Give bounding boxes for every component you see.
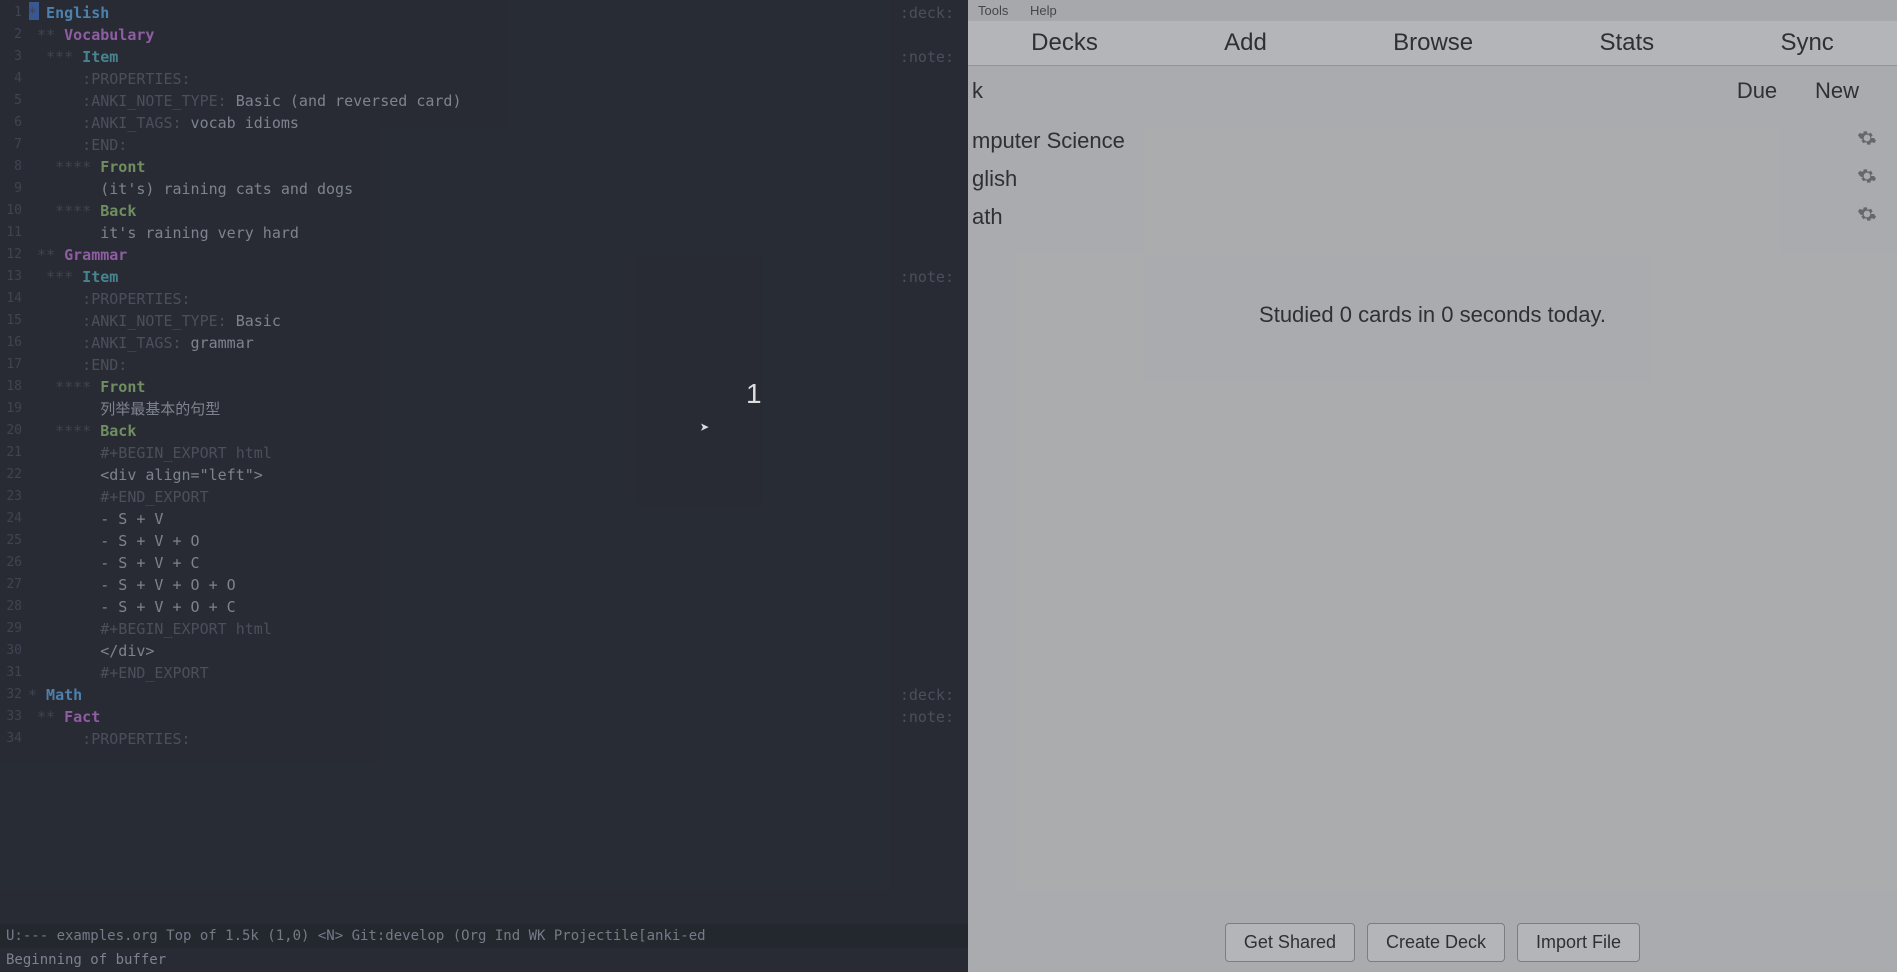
col-due-label: Due	[1717, 78, 1797, 104]
anki-window: Tools Help Decks Add Browse Stats Sync k…	[968, 0, 1897, 972]
menu-help[interactable]: Help	[1030, 3, 1057, 18]
deck-list-header: k Due New	[968, 66, 1897, 116]
study-summary: Studied 0 cards in 0 seconds today.	[968, 302, 1897, 328]
anki-main-tabs: Decks Add Browse Stats Sync	[968, 21, 1897, 66]
hydra-indicator: 1	[746, 378, 762, 410]
tab-add[interactable]: Add	[1224, 29, 1267, 57]
anki-menu-bar[interactable]: Tools Help	[968, 0, 1897, 21]
col-deck-label: k	[972, 78, 1717, 104]
col-new-label: New	[1797, 78, 1877, 104]
code-area[interactable]: * English:deck: ** Vocabulary *** Item:n…	[28, 0, 968, 924]
echo-area: Beginning of buffer	[0, 948, 968, 972]
deck-name[interactable]: glish	[972, 166, 1697, 192]
mode-line: U:--- examples.org Top of 1.5k (1,0) <N>…	[0, 924, 968, 948]
tab-sync[interactable]: Sync	[1780, 29, 1833, 57]
mouse-cursor-icon: ➤	[700, 418, 710, 437]
menu-tools[interactable]: Tools	[978, 3, 1008, 18]
deck-row[interactable]: glish	[968, 160, 1897, 198]
import-file-button[interactable]: Import File	[1517, 923, 1640, 962]
get-shared-button[interactable]: Get Shared	[1225, 923, 1355, 962]
tab-browse[interactable]: Browse	[1393, 29, 1473, 57]
emacs-editor: 1234567891011121314151617181920212223242…	[0, 0, 968, 972]
gear-icon[interactable]	[1857, 128, 1877, 154]
deck-name[interactable]: ath	[972, 204, 1697, 230]
gear-icon[interactable]	[1857, 166, 1877, 192]
anki-bottom-bar: Get Shared Create Deck Import File	[968, 913, 1897, 972]
deck-row[interactable]: ath	[968, 198, 1897, 236]
tab-decks[interactable]: Decks	[1031, 29, 1098, 57]
create-deck-button[interactable]: Create Deck	[1367, 923, 1505, 962]
deck-row[interactable]: mputer Science	[968, 122, 1897, 160]
deck-list: mputer Science glish ath	[968, 116, 1897, 242]
tab-stats[interactable]: Stats	[1599, 29, 1654, 57]
line-number-gutter: 1234567891011121314151617181920212223242…	[0, 0, 28, 924]
gear-icon[interactable]	[1857, 204, 1877, 230]
deck-name[interactable]: mputer Science	[972, 128, 1697, 154]
